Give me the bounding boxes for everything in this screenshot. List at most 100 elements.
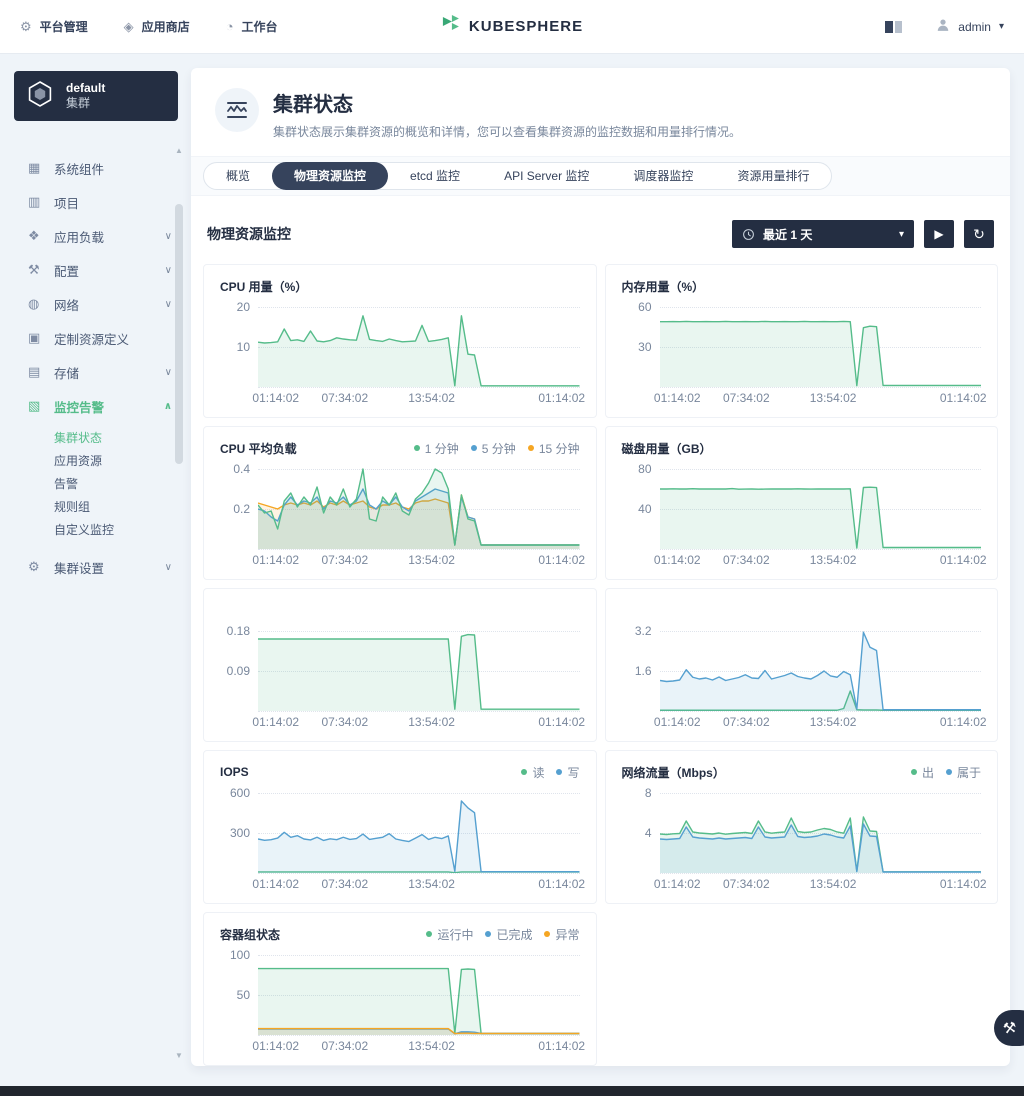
x-tick-label: 07:34:02 bbox=[722, 553, 770, 567]
chart-body: 40 80 bbox=[622, 459, 981, 550]
monitoring-alerting-icon: ▧ bbox=[28, 398, 41, 413]
legend-dot-icon bbox=[556, 769, 563, 775]
app-workloads-icon: ❖ bbox=[28, 228, 40, 243]
chart-body: 30 60 bbox=[622, 297, 981, 388]
autorefresh-play-button[interactable]: ▶ bbox=[924, 220, 954, 248]
topbar-nav-platform-management[interactable]: ⚙ 平台管理 bbox=[20, 18, 88, 35]
user-icon bbox=[936, 18, 950, 35]
tab-physical-resources[interactable]: 物理资源监控 bbox=[272, 162, 389, 190]
sidebar-item-storage[interactable]: ▤ 存储 ∨ bbox=[0, 355, 190, 389]
topbar-nav-workbench[interactable]: ◔ 工作台 bbox=[226, 18, 278, 35]
network-icon: ◍ bbox=[28, 296, 40, 311]
tab-api-server[interactable]: API Server 监控 bbox=[482, 162, 611, 190]
legend-label: 5 分钟 bbox=[481, 441, 516, 456]
legend-item: 1 分钟 bbox=[413, 440, 459, 457]
logo[interactable]: KUBESPHERE bbox=[441, 14, 583, 39]
sidebar-item-rule-groups[interactable]: 规则组 bbox=[0, 496, 190, 519]
section-title: 物理资源监控 bbox=[207, 226, 291, 242]
legend-item: 属于 bbox=[945, 764, 981, 781]
x-tick-label: 07:34:02 bbox=[321, 391, 369, 405]
x-tick-label: 01:14:02 bbox=[538, 1039, 586, 1053]
chart-title: IOPS bbox=[220, 765, 249, 779]
sidebar-scrollbar: ▲ ▼ bbox=[174, 146, 184, 1060]
chart-header: 内存用量（%） bbox=[622, 275, 982, 297]
legend-item: 写 bbox=[556, 764, 580, 781]
sidebar-item-label: 应用负载 bbox=[54, 230, 105, 245]
tab-overview[interactable]: 概览 bbox=[204, 162, 272, 190]
x-tick-label: 13:54:02 bbox=[809, 391, 857, 405]
page-title: 集群状态 bbox=[273, 94, 353, 116]
user-name: admin bbox=[958, 19, 991, 34]
y-tick-label: 80 bbox=[638, 461, 652, 476]
projects-icon: ▥ bbox=[28, 194, 41, 209]
chart-plot bbox=[258, 297, 580, 388]
x-tick-label: 07:34:02 bbox=[321, 715, 369, 729]
logo-text: KUBESPHERE bbox=[468, 18, 584, 35]
x-tick-label: 13:54:02 bbox=[809, 715, 857, 729]
x-tick-label: 01:14:02 bbox=[538, 877, 586, 891]
cluster-type: 集群 bbox=[66, 96, 91, 110]
chevron-down-icon: ∨ bbox=[164, 298, 172, 310]
chevron-down-icon: ∨ bbox=[164, 264, 172, 276]
chart-body: 300 600 bbox=[220, 783, 580, 874]
x-tick-label: 01:14:02 bbox=[538, 715, 586, 729]
sidebar-item-monitoring-alerting[interactable]: ▧ 监控告警 ∧ bbox=[0, 389, 190, 423]
page-description: 集群状态展示集群资源的概览和详情，您可以查看集群资源的监控数据和用量排行情况。 bbox=[273, 125, 742, 139]
cluster-selector[interactable]: default 集群 bbox=[14, 71, 178, 121]
legend-item: 15 分钟 bbox=[527, 440, 580, 457]
scroll-down-icon[interactable]: ▼ bbox=[174, 1051, 184, 1060]
x-axis: 01:14:02 07:34:02 13:54:02 01:14:02 bbox=[654, 711, 987, 731]
sidebar-item-label: 网络 bbox=[54, 298, 80, 313]
y-tick-label: 60 bbox=[638, 299, 652, 314]
sidebar-item-cluster-status[interactable]: 集群状态 bbox=[0, 427, 190, 450]
legend-dot-icon bbox=[413, 445, 420, 451]
sidebar-item-network[interactable]: ◍ 网络 ∨ bbox=[0, 287, 190, 321]
topbar-nav-app-store[interactable]: ◈ 应用商店 bbox=[124, 18, 190, 35]
y-tick-label: 1.6 bbox=[634, 664, 652, 678]
chart-title: 磁盘用量（GB） bbox=[621, 441, 712, 456]
sidebar-item-configuration[interactable]: ⚒ 配置 ∨ bbox=[0, 253, 190, 287]
cluster-name: default bbox=[66, 81, 106, 95]
toolbox-button[interactable]: ⚒ bbox=[994, 1010, 1024, 1046]
legend-label: 异常 bbox=[555, 927, 580, 942]
sidebar-item-application-resources[interactable]: 应用资源 bbox=[0, 450, 190, 473]
sidebar-item-system-components[interactable]: ▦ 系统组件 bbox=[0, 151, 190, 185]
time-range-select[interactable]: 最近 1 天 ▾ bbox=[732, 220, 914, 248]
refresh-button[interactable]: ↻ bbox=[964, 220, 994, 248]
cluster-status-icon bbox=[215, 88, 259, 132]
tab-resource-usage-ranking[interactable]: 资源用量排行 bbox=[715, 162, 831, 190]
chart-network-traffic: 网络流量（Mbps）出属于 4 8 01:14:02 07:34:02 13:54:02 0… bbox=[604, 750, 998, 904]
x-tick-label: 01:14:02 bbox=[939, 553, 987, 567]
user-menu[interactable]: admin ▾ bbox=[936, 18, 1004, 35]
tab-etcd[interactable]: etcd 监控 bbox=[388, 162, 482, 190]
y-tick-label: 20 bbox=[236, 299, 250, 314]
sidebar-item-cluster-settings[interactable]: ⚙ 集群设置 ∨ bbox=[0, 550, 190, 584]
sidebar-item-alerts[interactable]: 告警 bbox=[0, 473, 190, 496]
layout-switch-icon[interactable] bbox=[885, 20, 903, 33]
tab-scheduler[interactable]: 调度器监控 bbox=[611, 162, 715, 190]
sidebar-item-custom-monitoring[interactable]: 自定义监控 bbox=[0, 519, 190, 542]
scroll-up-icon[interactable]: ▲ bbox=[174, 146, 184, 155]
legend-label: 运行中 bbox=[437, 927, 474, 942]
sidebar-item-app-workloads[interactable]: ❖ 应用负载 ∨ bbox=[0, 219, 190, 253]
x-axis: 01:14:02 07:34:02 13:54:02 01:14:02 bbox=[654, 873, 987, 893]
legend-dot-icon bbox=[485, 931, 492, 937]
toolbox-hammer-icon: ⚒ bbox=[1002, 1019, 1018, 1038]
scroll-thumb[interactable] bbox=[175, 204, 183, 464]
sidebar-item-projects[interactable]: ▥ 项目 bbox=[0, 185, 190, 219]
y-tick-label: 4 bbox=[644, 826, 652, 840]
sidebar-item-crds[interactable]: ▣ 定制资源定义 bbox=[0, 321, 190, 355]
play-icon: ▶ bbox=[934, 227, 944, 241]
x-tick-label: 01:14:02 bbox=[939, 877, 987, 891]
x-tick-label: 13:54:02 bbox=[809, 553, 857, 567]
chart-header bbox=[220, 599, 580, 621]
topbar-nav-label: 平台管理 bbox=[39, 20, 88, 34]
x-tick-label: 01:14:02 bbox=[653, 391, 701, 405]
x-axis: 01:14:02 07:34:02 13:54:02 01:14:02 bbox=[252, 387, 585, 407]
chart-header: 容器组状态 运行中 已完成 异常 bbox=[220, 923, 580, 945]
legend-label: 属于 bbox=[956, 765, 981, 780]
chart-plot bbox=[659, 621, 981, 712]
chart-disk-usage: 磁盘用量（GB） 40 80 01:14:02 07:34:02 13:54:02 01:1… bbox=[604, 426, 998, 580]
chart-legend: 出 属于 bbox=[910, 764, 981, 781]
y-axis: 48 bbox=[622, 783, 660, 873]
